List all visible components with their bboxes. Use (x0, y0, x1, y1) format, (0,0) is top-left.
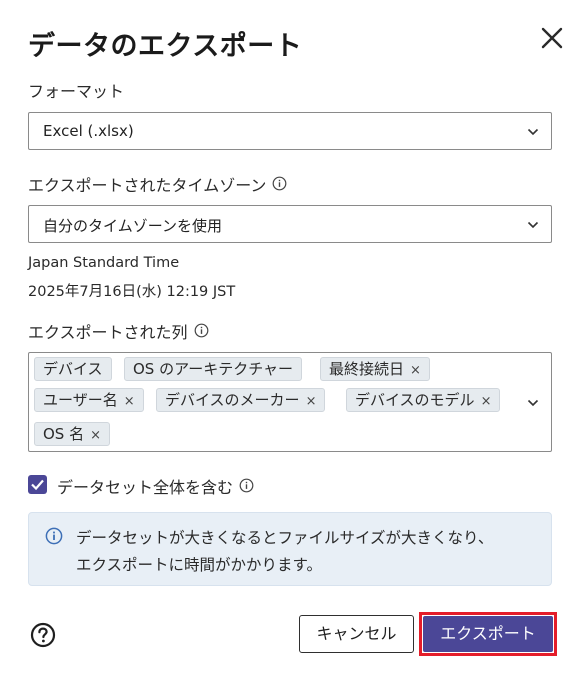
info-icon[interactable] (239, 478, 254, 497)
timezone-name: Japan Standard Time (28, 255, 180, 271)
checkmark-icon (31, 479, 44, 491)
timezone-label: エクスポートされたタイムゾーン (28, 176, 267, 195)
include-all-label-row: データセット全体を含む (57, 474, 254, 498)
column-chip: OS 名 × (34, 422, 111, 447)
column-chip: デバイスのメーカー × (156, 388, 326, 413)
columns-multiselect[interactable]: デバイス OS のアーキテクチャー 最終接続日 × ユーザー名 × デバイスのメーカ… (28, 352, 552, 452)
column-chip: 最終接続日 × (320, 357, 430, 381)
question-circle-icon[interactable] (30, 622, 56, 648)
columns-label-row: エクスポートされた列 (28, 319, 209, 343)
timezone-select-value: 自分のタイムゾーンを使用 (43, 217, 222, 235)
notice-message: データセットが大きくなるとファイルサイズが大きくなり、 エクスポートに時間がかか… (76, 525, 536, 579)
column-chip: デバイスのモデル × (346, 388, 501, 413)
notice-line: データセットが大きくなるとファイルサイズが大きくなり、 (76, 529, 494, 547)
chevron-down-icon[interactable] (527, 397, 539, 409)
column-chip: OS のアーキテクチャー (124, 357, 303, 381)
format-select-value: Excel (.xlsx) (43, 122, 134, 140)
remove-chip-icon[interactable]: × (90, 425, 101, 447)
info-icon[interactable] (194, 323, 209, 342)
remove-chip-icon[interactable]: × (410, 360, 421, 382)
notice-line: エクスポートに時間がかかります。 (76, 556, 322, 574)
include-all-label: データセット全体を含む (57, 478, 234, 497)
timezone-datetime: 2025年7月16日(水) 12:19 JST (28, 284, 236, 300)
format-select[interactable]: Excel (.xlsx) (28, 112, 552, 150)
info-icon (45, 527, 63, 545)
info-icon[interactable] (272, 176, 287, 195)
cancel-button[interactable]: キャンセル (299, 615, 414, 653)
remove-chip-icon[interactable]: × (306, 391, 317, 413)
info-notice: データセットが大きくなるとファイルサイズが大きくなり、 エクスポートに時間がかか… (28, 512, 552, 586)
export-dialog: データのエクスポート フォーマット Excel (.xlsx) エクスポートされ… (0, 0, 580, 675)
columns-label: エクスポートされた列 (28, 323, 188, 342)
chevron-down-icon (527, 221, 539, 229)
remove-chip-icon[interactable]: × (124, 391, 135, 413)
include-all-checkbox[interactable] (28, 475, 47, 494)
remove-chip-icon[interactable]: × (481, 391, 492, 413)
format-label: フォーマット (28, 82, 125, 101)
column-chip: ユーザー名 × (34, 388, 144, 412)
close-icon[interactable] (538, 24, 566, 52)
export-button[interactable]: エクスポート (423, 616, 553, 652)
timezone-label-row: エクスポートされたタイムゾーン (28, 172, 287, 196)
dialog-title: データのエクスポート (28, 31, 303, 62)
column-chip: デバイス (34, 357, 112, 381)
timezone-select[interactable]: 自分のタイムゾーンを使用 (28, 205, 552, 243)
chevron-down-icon (527, 128, 539, 136)
